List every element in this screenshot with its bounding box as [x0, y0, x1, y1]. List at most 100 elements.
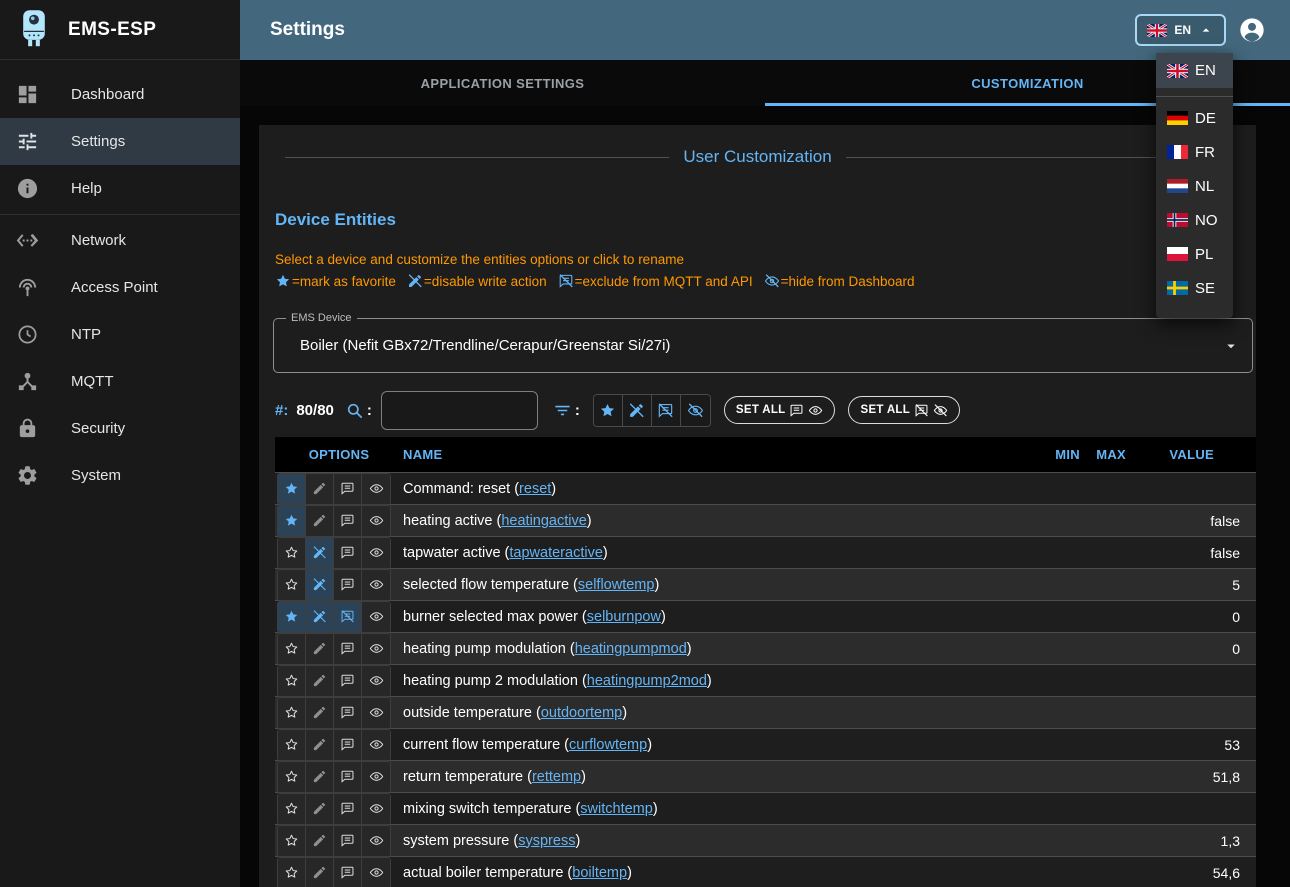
favorite-toggle-button[interactable] — [278, 666, 306, 696]
filter-toggle-button[interactable] — [681, 395, 710, 426]
favorite-toggle-button[interactable] — [278, 826, 306, 856]
favorite-toggle-button[interactable] — [278, 634, 306, 664]
filter-toggle-button[interactable] — [623, 395, 652, 426]
entity-code-link[interactable]: boiltemp — [572, 865, 627, 881]
language-menu-item[interactable]: SE — [1156, 271, 1233, 305]
hide-toggle-button[interactable] — [362, 762, 390, 792]
language-select-button[interactable]: EN — [1135, 14, 1226, 46]
favorite-toggle-button[interactable] — [278, 538, 306, 568]
favorite-toggle-button[interactable] — [278, 602, 306, 632]
mqtt-exclude-toggle-button[interactable] — [334, 506, 362, 536]
entity-code-link[interactable]: heatingpump2mod — [587, 673, 707, 689]
language-menu-item[interactable]: NO — [1156, 203, 1233, 237]
sidebar-item[interactable]: Dashboard — [0, 71, 240, 118]
hide-toggle-button[interactable] — [362, 506, 390, 536]
search-input[interactable] — [381, 391, 538, 430]
mqtt-exclude-toggle-button[interactable] — [334, 730, 362, 760]
entity-name[interactable]: mixing switch temperature (switchtemp) — [403, 801, 1034, 817]
ems-device-select[interactable]: EMS Device Boiler (Nefit GBx72/Trendline… — [273, 318, 1253, 373]
hide-toggle-button[interactable] — [362, 826, 390, 856]
mqtt-exclude-toggle-button[interactable] — [334, 634, 362, 664]
entity-name[interactable]: heating active (heatingactive) — [403, 513, 1034, 529]
write-disable-toggle-button[interactable] — [306, 826, 334, 856]
entity-name[interactable]: return temperature (rettemp) — [403, 769, 1034, 785]
mqtt-exclude-toggle-button[interactable] — [334, 474, 362, 504]
entity-name[interactable]: Command: reset (reset) — [403, 481, 1034, 497]
sidebar-item[interactable]: System — [0, 452, 240, 499]
language-menu-item[interactable]: NL — [1156, 169, 1233, 203]
sidebar-item[interactable]: Security — [0, 405, 240, 452]
entity-name[interactable]: outside temperature (outdoortemp) — [403, 705, 1034, 721]
entity-code-link[interactable]: switchtemp — [580, 801, 653, 817]
mqtt-exclude-toggle-button[interactable] — [334, 826, 362, 856]
mqtt-exclude-toggle-button[interactable] — [334, 762, 362, 792]
mqtt-exclude-toggle-button[interactable] — [334, 698, 362, 728]
write-disable-toggle-button[interactable] — [306, 602, 334, 632]
entity-code-link[interactable]: tapwateractive — [509, 545, 603, 561]
mqtt-exclude-toggle-button[interactable] — [334, 602, 362, 632]
write-disable-toggle-button[interactable] — [306, 570, 334, 600]
mqtt-exclude-toggle-button[interactable] — [334, 666, 362, 696]
sidebar-item[interactable]: NTP — [0, 311, 240, 358]
hide-toggle-button[interactable] — [362, 858, 390, 887]
entity-code-link[interactable]: syspress — [518, 833, 575, 849]
filter-toggle-button[interactable] — [594, 395, 623, 426]
entity-code-link[interactable]: rettemp — [532, 769, 581, 785]
sidebar-item[interactable]: Access Point — [0, 264, 240, 311]
entity-name[interactable]: heating pump 2 modulation (heatingpump2m… — [403, 673, 1034, 689]
entity-name[interactable]: current flow temperature (curflowtemp) — [403, 737, 1034, 753]
mqtt-exclude-toggle-button[interactable] — [334, 794, 362, 824]
write-disable-toggle-button[interactable] — [306, 794, 334, 824]
entity-code-link[interactable]: heatingpumpmod — [575, 641, 687, 657]
hide-toggle-button[interactable] — [362, 730, 390, 760]
entity-code-link[interactable]: heatingactive — [501, 513, 586, 529]
sidebar-item[interactable]: Settings — [0, 118, 240, 165]
sidebar-item[interactable]: Help — [0, 165, 240, 212]
hide-toggle-button[interactable] — [362, 474, 390, 504]
favorite-toggle-button[interactable] — [278, 570, 306, 600]
entity-name[interactable]: system pressure (syspress) — [403, 833, 1034, 849]
mqtt-exclude-toggle-button[interactable] — [334, 570, 362, 600]
entity-code-link[interactable]: outdoortemp — [541, 705, 622, 721]
favorite-toggle-button[interactable] — [278, 474, 306, 504]
account-icon[interactable] — [1238, 16, 1266, 44]
mqtt-exclude-toggle-button[interactable] — [334, 538, 362, 568]
hide-toggle-button[interactable] — [362, 634, 390, 664]
language-menu-item[interactable]: FR — [1156, 135, 1233, 169]
entity-name[interactable]: selected flow temperature (selflowtemp) — [403, 577, 1034, 593]
set-all-button[interactable]: SET ALL — [848, 396, 960, 424]
write-disable-toggle-button[interactable] — [306, 730, 334, 760]
filter-toggle-button[interactable] — [652, 395, 681, 426]
hide-toggle-button[interactable] — [362, 602, 390, 632]
write-disable-toggle-button[interactable] — [306, 666, 334, 696]
favorite-toggle-button[interactable] — [278, 858, 306, 887]
entity-code-link[interactable]: curflowtemp — [569, 737, 647, 753]
favorite-toggle-button[interactable] — [278, 506, 306, 536]
write-disable-toggle-button[interactable] — [306, 858, 334, 887]
language-menu-item[interactable]: PL — [1156, 237, 1233, 271]
sidebar-item[interactable]: Network — [0, 217, 240, 264]
language-menu-item[interactable]: DE — [1156, 101, 1233, 135]
write-disable-toggle-button[interactable] — [306, 538, 334, 568]
language-menu-item-selected[interactable]: EN — [1156, 53, 1233, 88]
tab[interactable]: APPLICATION SETTINGS — [240, 60, 765, 106]
set-all-button[interactable]: SET ALL — [724, 396, 836, 424]
entity-code-link[interactable]: reset — [519, 481, 551, 497]
write-disable-toggle-button[interactable] — [306, 698, 334, 728]
entity-name[interactable]: actual boiler temperature (boiltemp) — [403, 865, 1034, 881]
entity-name[interactable]: heating pump modulation (heatingpumpmod) — [403, 641, 1034, 657]
write-disable-toggle-button[interactable] — [306, 634, 334, 664]
hide-toggle-button[interactable] — [362, 666, 390, 696]
hide-toggle-button[interactable] — [362, 794, 390, 824]
write-disable-toggle-button[interactable] — [306, 762, 334, 792]
sidebar-item[interactable]: MQTT — [0, 358, 240, 405]
favorite-toggle-button[interactable] — [278, 794, 306, 824]
write-disable-toggle-button[interactable] — [306, 474, 334, 504]
entity-code-link[interactable]: selflowtemp — [578, 577, 655, 593]
hide-toggle-button[interactable] — [362, 570, 390, 600]
entity-code-link[interactable]: selburnpow — [587, 609, 661, 625]
entity-name[interactable]: tapwater active (tapwateractive) — [403, 545, 1034, 561]
favorite-toggle-button[interactable] — [278, 698, 306, 728]
favorite-toggle-button[interactable] — [278, 730, 306, 760]
write-disable-toggle-button[interactable] — [306, 506, 334, 536]
